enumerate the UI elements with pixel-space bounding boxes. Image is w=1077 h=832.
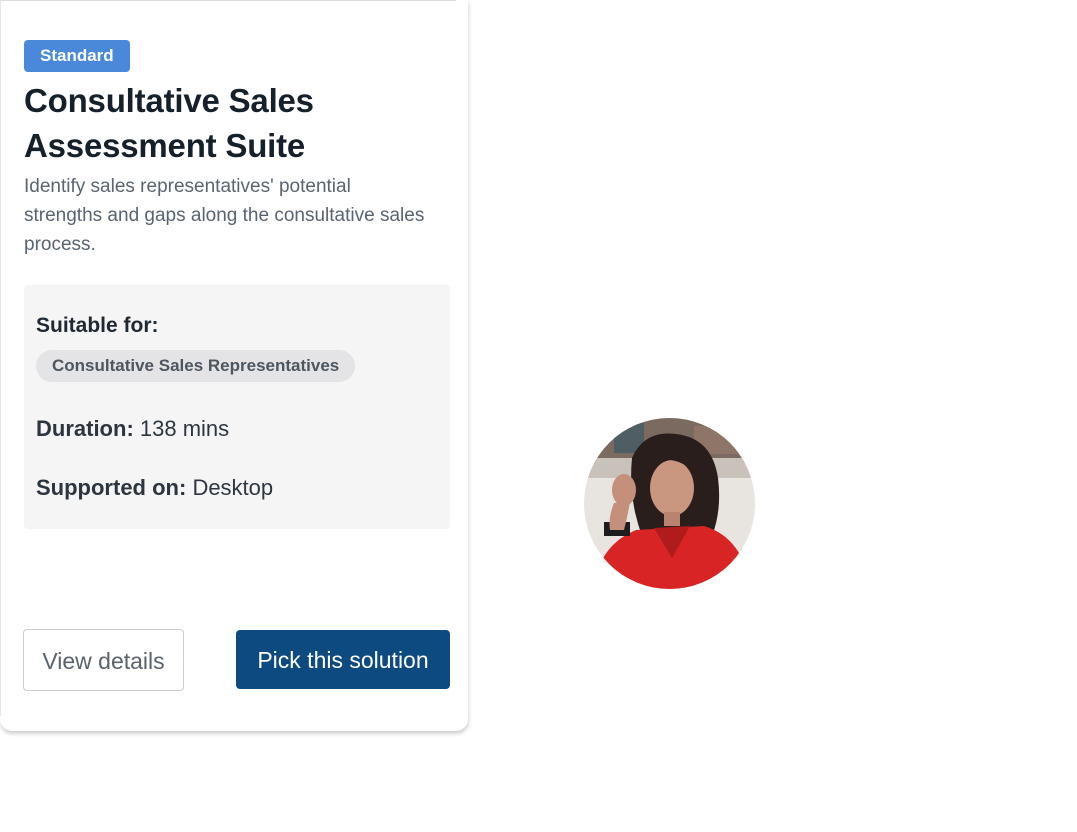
view-details-button[interactable]: View details (23, 629, 184, 691)
card-left-border (0, 0, 1, 716)
pick-solution-button[interactable]: Pick this solution (236, 630, 450, 689)
supported-on-row: Supported on: Desktop (36, 473, 273, 503)
person-photo-avatar (584, 418, 755, 589)
duration-label: Duration: (36, 416, 134, 441)
suitable-for-chip: Consultative Sales Representatives (36, 350, 356, 382)
duration-row: Duration: 138 mins (36, 414, 229, 444)
suitable-for-heading: Suitable for: (36, 314, 159, 337)
card-description: Identify sales representatives' potentia… (24, 176, 425, 255)
card-title: Consultative Sales Assessment Suite (24, 82, 314, 164)
supported-on-label: Supported on: (36, 475, 187, 500)
card-top-border (0, 0, 456, 1)
solution-card: Standard Consultative Sales Assessment S… (0, 0, 468, 731)
duration-value: 138 mins (139, 416, 230, 441)
supported-on-value: Desktop (192, 475, 274, 500)
plan-badge: Standard (24, 40, 130, 72)
info-box: Suitable for: Consultative Sales Represe… (24, 285, 450, 529)
